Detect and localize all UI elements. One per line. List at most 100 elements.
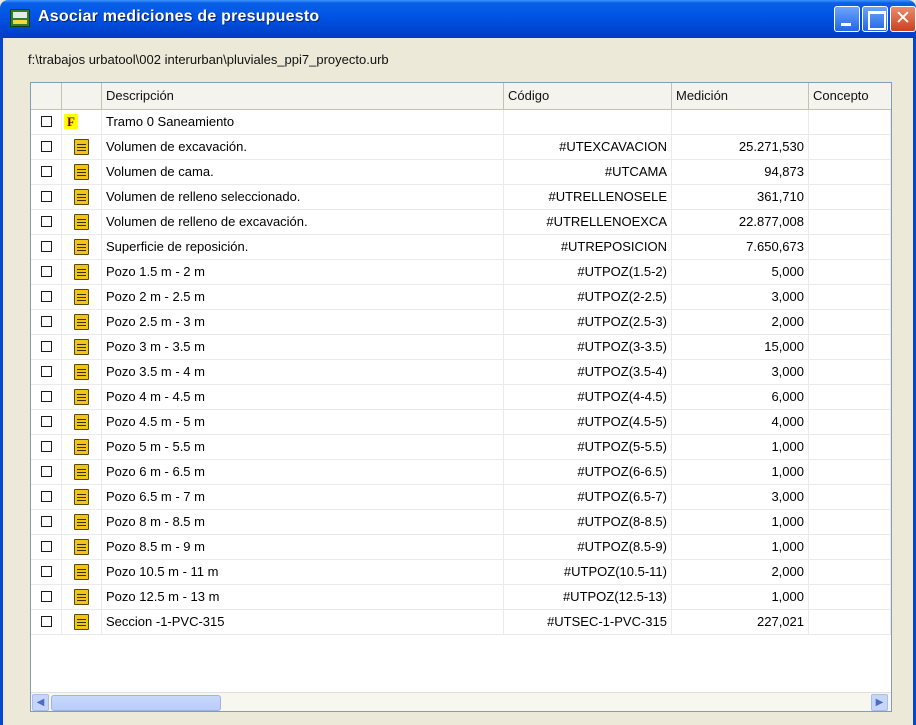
- row-medicion: 22.877,008: [672, 210, 809, 234]
- table-row[interactable]: Pozo 4 m - 4.5 m #UTPOZ(4-4.5) 6,000: [31, 385, 891, 410]
- row-medicion: 1,000: [672, 460, 809, 484]
- title-bar[interactable]: Asociar mediciones de presupuesto ✕: [0, 0, 916, 38]
- row-concepto[interactable]: [809, 335, 891, 359]
- header-codigo[interactable]: Código: [504, 83, 672, 109]
- row-descripcion: Pozo 3 m - 3.5 m: [102, 335, 504, 359]
- row-checkbox[interactable]: [41, 591, 52, 602]
- document-icon: [74, 614, 89, 630]
- row-checkbox[interactable]: [41, 166, 52, 177]
- row-checkbox[interactable]: [41, 441, 52, 452]
- row-concepto[interactable]: [809, 485, 891, 509]
- row-concepto[interactable]: [809, 235, 891, 259]
- header-concepto[interactable]: Concepto: [809, 83, 891, 109]
- header-check-column[interactable]: [31, 83, 62, 109]
- row-checkbox[interactable]: [41, 241, 52, 252]
- row-checkbox[interactable]: [41, 291, 52, 302]
- row-icon-cell: [62, 560, 102, 584]
- table-row[interactable]: Superficie de reposición. #UTREPOSICION 7.…: [31, 235, 891, 260]
- table-row[interactable]: Volumen de relleno de excavación. #UTRELL…: [31, 210, 891, 235]
- table-row[interactable]: Pozo 10.5 m - 11 m #UTPOZ(10.5-11) 2,000: [31, 560, 891, 585]
- measurements-grid[interactable]: Descripción Código Medición Concepto F T…: [30, 82, 892, 712]
- row-medicion: 1,000: [672, 510, 809, 534]
- table-row[interactable]: Pozo 2 m - 2.5 m #UTPOZ(2-2.5) 3,000: [31, 285, 891, 310]
- row-concepto[interactable]: [809, 510, 891, 534]
- row-concepto[interactable]: [809, 610, 891, 634]
- row-concepto[interactable]: [809, 310, 891, 334]
- header-medicion[interactable]: Medición: [672, 83, 809, 109]
- table-row[interactable]: Volumen de excavación. #UTEXCAVACION 25.27…: [31, 135, 891, 160]
- row-checkbox[interactable]: [41, 516, 52, 527]
- row-checkbox[interactable]: [41, 466, 52, 477]
- table-row[interactable]: Pozo 8 m - 8.5 m #UTPOZ(8-8.5) 1,000: [31, 510, 891, 535]
- table-row[interactable]: Pozo 12.5 m - 13 m #UTPOZ(12.5-13) 1,000: [31, 585, 891, 610]
- row-checkbox[interactable]: [41, 491, 52, 502]
- row-checkbox[interactable]: [41, 541, 52, 552]
- row-check-cell: [31, 535, 62, 559]
- table-row[interactable]: Pozo 3 m - 3.5 m #UTPOZ(3-3.5) 15,000: [31, 335, 891, 360]
- row-checkbox[interactable]: [41, 416, 52, 427]
- header-icon-column[interactable]: [62, 83, 102, 109]
- group-row[interactable]: F Tramo 0 Saneamiento: [31, 110, 891, 135]
- row-codigo: #UTPOZ(1.5-2): [504, 260, 672, 284]
- table-row[interactable]: Pozo 1.5 m - 2 m #UTPOZ(1.5-2) 5,000: [31, 260, 891, 285]
- row-descripcion: Pozo 2.5 m - 3 m: [102, 310, 504, 334]
- header-descripcion[interactable]: Descripción: [102, 83, 504, 109]
- row-check-cell: [31, 160, 62, 184]
- maximize-button[interactable]: [862, 6, 888, 32]
- row-checkbox[interactable]: [41, 616, 52, 627]
- row-checkbox[interactable]: [41, 366, 52, 377]
- row-codigo: #UTPOZ(6.5-7): [504, 485, 672, 509]
- table-row[interactable]: Pozo 3.5 m - 4 m #UTPOZ(3.5-4) 3,000: [31, 360, 891, 385]
- table-row[interactable]: Pozo 6 m - 6.5 m #UTPOZ(6-6.5) 1,000: [31, 460, 891, 485]
- row-checkbox[interactable]: [41, 341, 52, 352]
- row-codigo: #UTPOZ(8-8.5): [504, 510, 672, 534]
- row-concepto[interactable]: [809, 435, 891, 459]
- scroll-left-button[interactable]: ◀: [32, 694, 49, 711]
- row-concepto[interactable]: [809, 285, 891, 309]
- table-row[interactable]: Pozo 6.5 m - 7 m #UTPOZ(6.5-7) 3,000: [31, 485, 891, 510]
- row-descripcion: Pozo 12.5 m - 13 m: [102, 585, 504, 609]
- row-concepto[interactable]: [809, 560, 891, 584]
- scroll-right-button[interactable]: ▶: [871, 694, 888, 711]
- row-checkbox[interactable]: [41, 266, 52, 277]
- document-icon: [74, 414, 89, 430]
- row-checkbox[interactable]: [41, 391, 52, 402]
- table-row[interactable]: Pozo 8.5 m - 9 m #UTPOZ(8.5-9) 1,000: [31, 535, 891, 560]
- table-row[interactable]: Volumen de relleno seleccionado. #UTRELLE…: [31, 185, 891, 210]
- row-codigo: #UTPOZ(5-5.5): [504, 435, 672, 459]
- row-checkbox[interactable]: [41, 316, 52, 327]
- row-concepto[interactable]: [809, 360, 891, 384]
- row-concepto[interactable]: [809, 585, 891, 609]
- row-concepto[interactable]: [809, 160, 891, 184]
- minimize-button[interactable]: [834, 6, 860, 32]
- row-checkbox[interactable]: [41, 191, 52, 202]
- row-checkbox[interactable]: [41, 116, 52, 127]
- close-button[interactable]: ✕: [890, 6, 916, 32]
- row-concepto[interactable]: [809, 535, 891, 559]
- row-concepto[interactable]: [809, 210, 891, 234]
- row-checkbox[interactable]: [41, 216, 52, 227]
- row-icon-cell: [62, 585, 102, 609]
- row-concepto[interactable]: [809, 410, 891, 434]
- row-concepto[interactable]: [809, 385, 891, 409]
- table-row[interactable]: Pozo 5 m - 5.5 m #UTPOZ(5-5.5) 1,000: [31, 435, 891, 460]
- table-row[interactable]: Pozo 2.5 m - 3 m #UTPOZ(2.5-3) 2,000: [31, 310, 891, 335]
- table-row[interactable]: Volumen de cama. #UTCAMA 94,873: [31, 160, 891, 185]
- table-row[interactable]: Seccion -1-PVC-315 #UTSEC-1-PVC-315 227,02…: [31, 610, 891, 635]
- horizontal-scroll-thumb[interactable]: [51, 695, 221, 711]
- row-icon-cell: [62, 410, 102, 434]
- row-concepto[interactable]: [809, 260, 891, 284]
- horizontal-scrollbar[interactable]: ◀ ▶: [31, 692, 891, 711]
- row-descripcion: Pozo 8.5 m - 9 m: [102, 535, 504, 559]
- vertical-scrollbar[interactable]: ▲ ▼: [891, 110, 892, 692]
- row-concepto[interactable]: [809, 110, 891, 134]
- table-row[interactable]: Pozo 4.5 m - 5 m #UTPOZ(4.5-5) 4,000: [31, 410, 891, 435]
- row-icon-cell: [62, 460, 102, 484]
- row-concepto[interactable]: [809, 185, 891, 209]
- row-checkbox[interactable]: [41, 141, 52, 152]
- document-icon: [74, 589, 89, 605]
- row-descripcion: Volumen de excavación.: [102, 135, 504, 159]
- row-checkbox[interactable]: [41, 566, 52, 577]
- row-concepto[interactable]: [809, 135, 891, 159]
- row-concepto[interactable]: [809, 460, 891, 484]
